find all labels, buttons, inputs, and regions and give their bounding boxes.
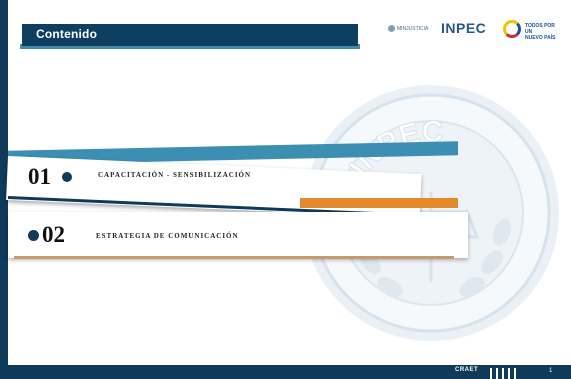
footer-brand: CRAET [455,367,479,373]
item-number-2: 02 [42,222,65,247]
inpec-logo: INPEC [441,20,487,36]
ministry-logo: MINJUSTICIA [388,25,428,32]
item-label-2: ESTRATEGIA DE COMUNICACIÓN [96,232,239,240]
item-label-1: CAPACITACIÓN - SENSIBILIZACIÓN [98,171,252,179]
government-logo-text: TODOS POR UN NUEVO PAÍS [525,23,556,41]
logo-group: MINJUSTICIA INPEC TODOS POR UN NUEVO PAÍS [388,18,559,41]
bullet-dot-icon [28,230,39,241]
footer-bar [8,365,571,379]
band-edge-2 [14,256,454,259]
ministry-emblem-icon [388,25,395,32]
slide-title: Contenido [36,27,98,41]
page-number: 1 [549,368,553,374]
government-emblem-icon [503,20,521,38]
footer-barcode-icon [490,366,530,379]
slide: Contenido MINJUSTICIA INPEC TODOS POR UN… [0,0,571,379]
bullet-dot-icon [62,172,72,182]
item-number-1: 01 [28,164,51,189]
ministry-logo-text: MINJUSTICIA [397,25,429,32]
government-logo: TODOS POR UN NUEVO PAÍS [503,20,559,41]
band-accent-orange [300,198,458,208]
